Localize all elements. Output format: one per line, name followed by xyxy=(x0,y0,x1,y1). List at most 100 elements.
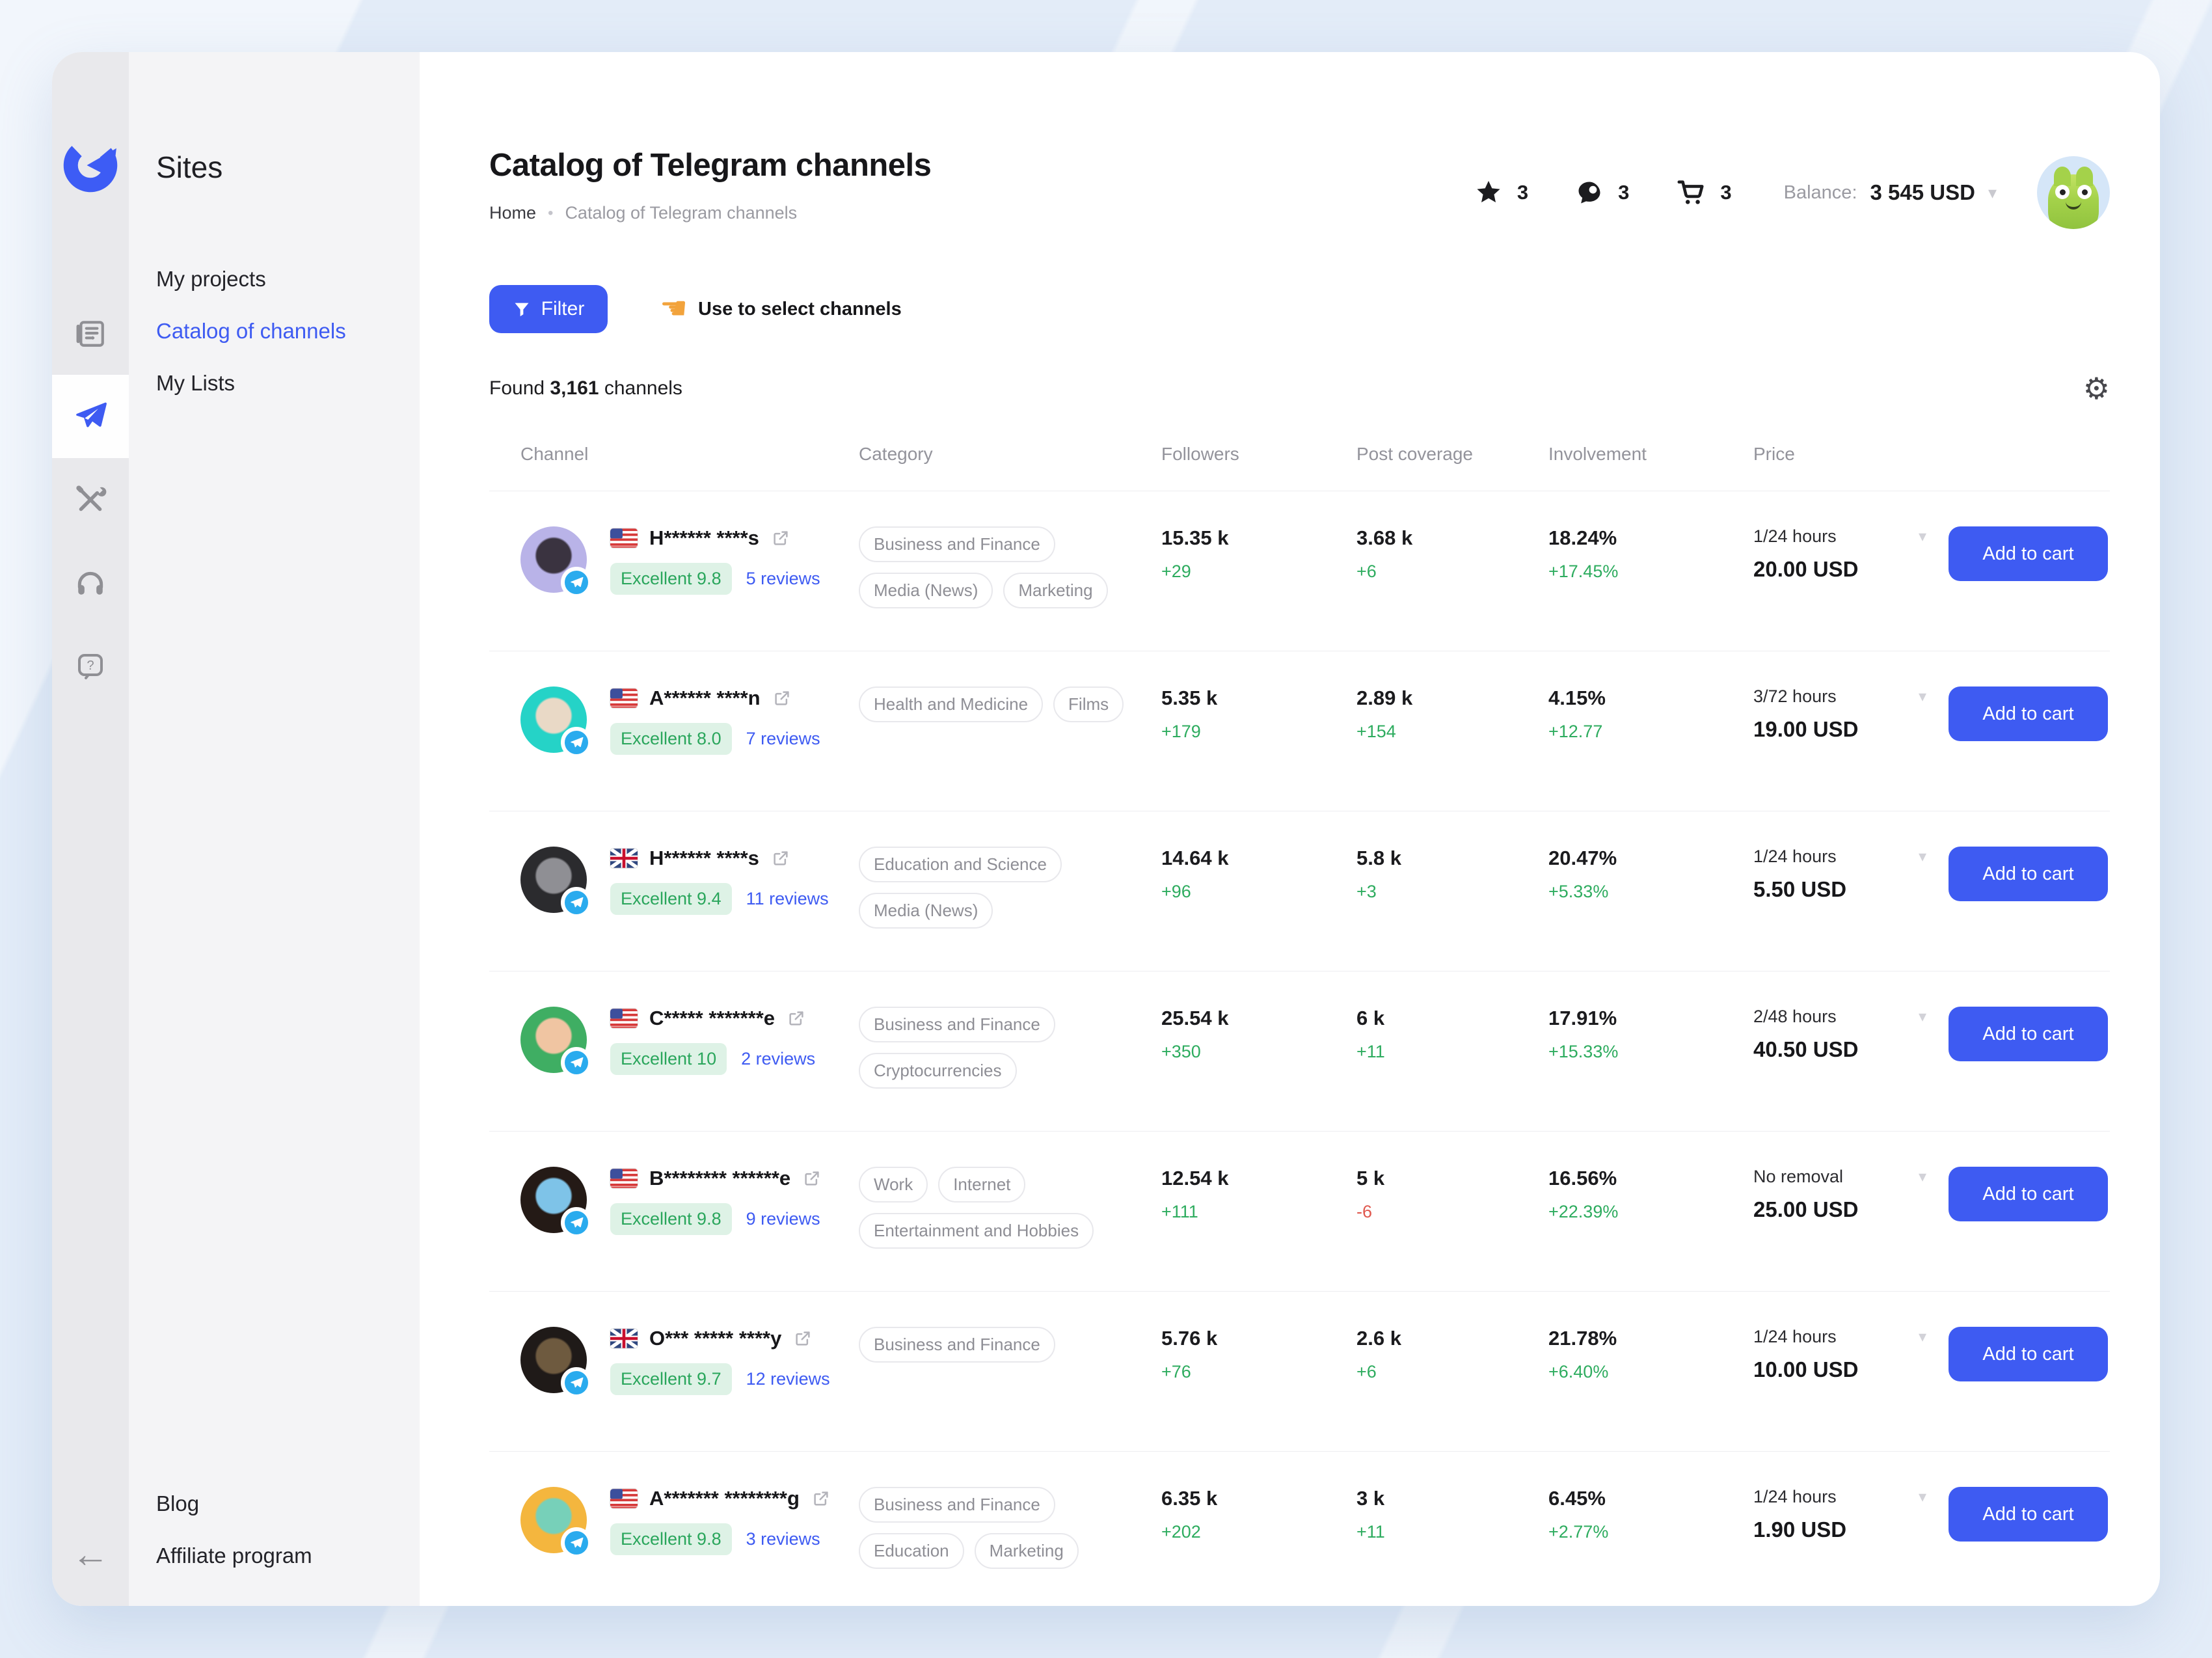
channel-name[interactable]: B******** ******e xyxy=(649,1167,790,1190)
channel-name[interactable]: C***** *******e xyxy=(649,1007,775,1030)
page-title: Catalog of Telegram channels xyxy=(489,147,931,183)
add-to-cart-button[interactable]: Add to cart xyxy=(1949,1327,2108,1381)
add-to-cart-button[interactable]: Add to cart xyxy=(1949,847,2108,901)
channel-name[interactable]: H****** ****s xyxy=(649,526,759,550)
found-channels-text: Found 3,161 channels xyxy=(489,377,682,400)
sidebar-item-my-projects[interactable]: My projects xyxy=(156,267,420,292)
price-term-dropdown[interactable]: 1/24 hours ▾ xyxy=(1753,847,1926,867)
messages-counter[interactable]: 3 xyxy=(1575,178,1629,207)
favorites-counter[interactable]: 3 xyxy=(1474,178,1528,207)
rating-badge: Excellent 9.4 xyxy=(610,883,732,915)
add-to-cart-button[interactable]: Add to cart xyxy=(1949,686,2108,741)
chevron-down-icon: ▾ xyxy=(1919,1007,1926,1026)
price-cell: 1/24 hours ▾ 20.00 USD xyxy=(1753,526,1949,651)
involvement-cell: 17.91% +15.33% xyxy=(1548,1007,1753,1131)
sidebar-item-channels[interactable] xyxy=(52,375,129,458)
sidebar-item-my-lists[interactable]: My Lists xyxy=(156,371,420,396)
channel-avatar[interactable] xyxy=(520,1327,587,1393)
sidebar-item-blog[interactable]: Blog xyxy=(156,1491,420,1516)
price-term-dropdown[interactable]: 1/24 hours ▾ xyxy=(1753,526,1926,547)
add-to-cart-button[interactable]: Add to cart xyxy=(1949,1167,2108,1221)
sidebar-title: Sites xyxy=(156,150,420,185)
channel-name[interactable]: H****** ****s xyxy=(649,847,759,870)
external-link-icon[interactable] xyxy=(771,849,790,868)
channel-avatar[interactable] xyxy=(520,847,587,913)
channel-name[interactable]: A****** ****n xyxy=(649,686,761,710)
channel-avatar[interactable] xyxy=(520,526,587,593)
involvement-delta: +15.33% xyxy=(1548,1042,1753,1062)
external-link-icon[interactable] xyxy=(772,688,792,708)
price-cell: 2/48 hours ▾ 40.50 USD xyxy=(1753,1007,1949,1131)
channel-name[interactable]: O*** ***** ****y xyxy=(649,1327,781,1350)
sidebar-item-tools[interactable] xyxy=(52,458,129,541)
app-logo[interactable] xyxy=(61,135,120,195)
sidebar-item-help[interactable]: ? xyxy=(52,625,129,708)
channel-avatar[interactable] xyxy=(520,1487,587,1553)
price-term-dropdown[interactable]: 1/24 hours ▾ xyxy=(1753,1487,1926,1507)
balance-value: 3 545 USD xyxy=(1870,180,1975,205)
price-term-label: 1/24 hours xyxy=(1753,1327,1837,1347)
channel-cell: O*** ***** ****y Excellent 9.7 12 review… xyxy=(520,1327,859,1451)
followers-value: 6.35 k xyxy=(1161,1487,1356,1510)
gear-icon[interactable]: ⚙ xyxy=(2083,374,2110,403)
external-link-icon[interactable] xyxy=(811,1489,831,1508)
reviews-link[interactable]: 7 reviews xyxy=(746,729,820,749)
user-avatar[interactable] xyxy=(2037,156,2110,229)
add-to-cart-button[interactable]: Add to cart xyxy=(1949,1487,2108,1542)
table-row: O*** ***** ****y Excellent 9.7 12 review… xyxy=(489,1291,2110,1451)
reviews-link[interactable]: 11 reviews xyxy=(746,889,829,909)
sidebar-item-support[interactable] xyxy=(52,541,129,625)
reviews-link[interactable]: 5 reviews xyxy=(746,569,820,589)
action-cell: Add to cart xyxy=(1949,686,2110,811)
followers-cell: 6.35 k +202 xyxy=(1161,1487,1356,1606)
external-link-icon[interactable] xyxy=(793,1329,813,1348)
price-term-dropdown[interactable]: 2/48 hours ▾ xyxy=(1753,1007,1926,1027)
category-chip: Media (News) xyxy=(859,573,993,608)
price-term-dropdown[interactable]: 1/24 hours ▾ xyxy=(1753,1327,1926,1347)
page-header: Catalog of Telegram channels Home • Cata… xyxy=(489,147,2110,229)
external-link-icon[interactable] xyxy=(771,528,790,548)
category-chips: Business and FinanceMedia (News)Marketin… xyxy=(859,526,1161,651)
followers-value: 25.54 k xyxy=(1161,1007,1356,1030)
action-cell: Add to cart xyxy=(1949,1487,2110,1606)
involvement-value: 16.56% xyxy=(1548,1167,1753,1190)
breadcrumb-home[interactable]: Home xyxy=(489,203,536,223)
country-flag-icon xyxy=(610,1489,638,1508)
column-header-channel: Channel xyxy=(520,444,859,465)
reviews-link[interactable]: 2 reviews xyxy=(741,1049,815,1069)
reviews-link[interactable]: 9 reviews xyxy=(746,1209,820,1229)
sidebar-item-affiliate-program[interactable]: Affiliate program xyxy=(156,1543,420,1568)
coverage-delta: +154 xyxy=(1356,722,1548,742)
add-to-cart-button[interactable]: Add to cart xyxy=(1949,526,2108,581)
external-link-icon[interactable] xyxy=(802,1169,822,1188)
price-cell: 1/24 hours ▾ 1.90 USD xyxy=(1753,1487,1949,1606)
channel-cell: A****** ****n Excellent 8.0 7 reviews xyxy=(520,686,859,811)
sidebar-item-projects[interactable] xyxy=(52,292,129,375)
action-cell: Add to cart xyxy=(1949,1327,2110,1451)
followers-value: 5.35 k xyxy=(1161,686,1356,710)
channel-avatar[interactable] xyxy=(520,1167,587,1233)
channel-avatar[interactable] xyxy=(520,1007,587,1073)
collapse-sidebar-button[interactable]: ← xyxy=(52,1502,129,1606)
channel-avatar[interactable] xyxy=(520,686,587,753)
balance-dropdown[interactable]: Balance: 3 545 USD ▾ xyxy=(1784,180,1997,205)
price-value: 20.00 USD xyxy=(1753,557,1926,582)
sidebar-item-catalog-of-channels[interactable]: Catalog of channels xyxy=(156,319,420,344)
reviews-link[interactable]: 3 reviews xyxy=(746,1529,820,1549)
filter-button[interactable]: Filter xyxy=(489,285,608,333)
price-term-dropdown[interactable]: 3/72 hours ▾ xyxy=(1753,686,1926,707)
column-header-price: Price xyxy=(1753,444,1949,465)
add-to-cart-button[interactable]: Add to cart xyxy=(1949,1007,2108,1061)
telegram-badge-icon xyxy=(561,1527,592,1558)
price-term-dropdown[interactable]: No removal ▾ xyxy=(1753,1167,1926,1187)
cart-counter[interactable]: 3 xyxy=(1676,178,1731,208)
star-icon xyxy=(1474,178,1503,207)
price-value: 1.90 USD xyxy=(1753,1517,1926,1542)
channel-name[interactable]: A******* ********g xyxy=(649,1487,800,1510)
column-header-category: Category xyxy=(859,444,1161,465)
table-header: Channel Category Followers Post coverage… xyxy=(489,403,2110,491)
chevron-down-icon: ▾ xyxy=(1919,1327,1926,1346)
reviews-link[interactable]: 12 reviews xyxy=(746,1369,830,1389)
external-link-icon[interactable] xyxy=(787,1009,806,1028)
rating-badge: Excellent 9.8 xyxy=(610,1523,732,1555)
